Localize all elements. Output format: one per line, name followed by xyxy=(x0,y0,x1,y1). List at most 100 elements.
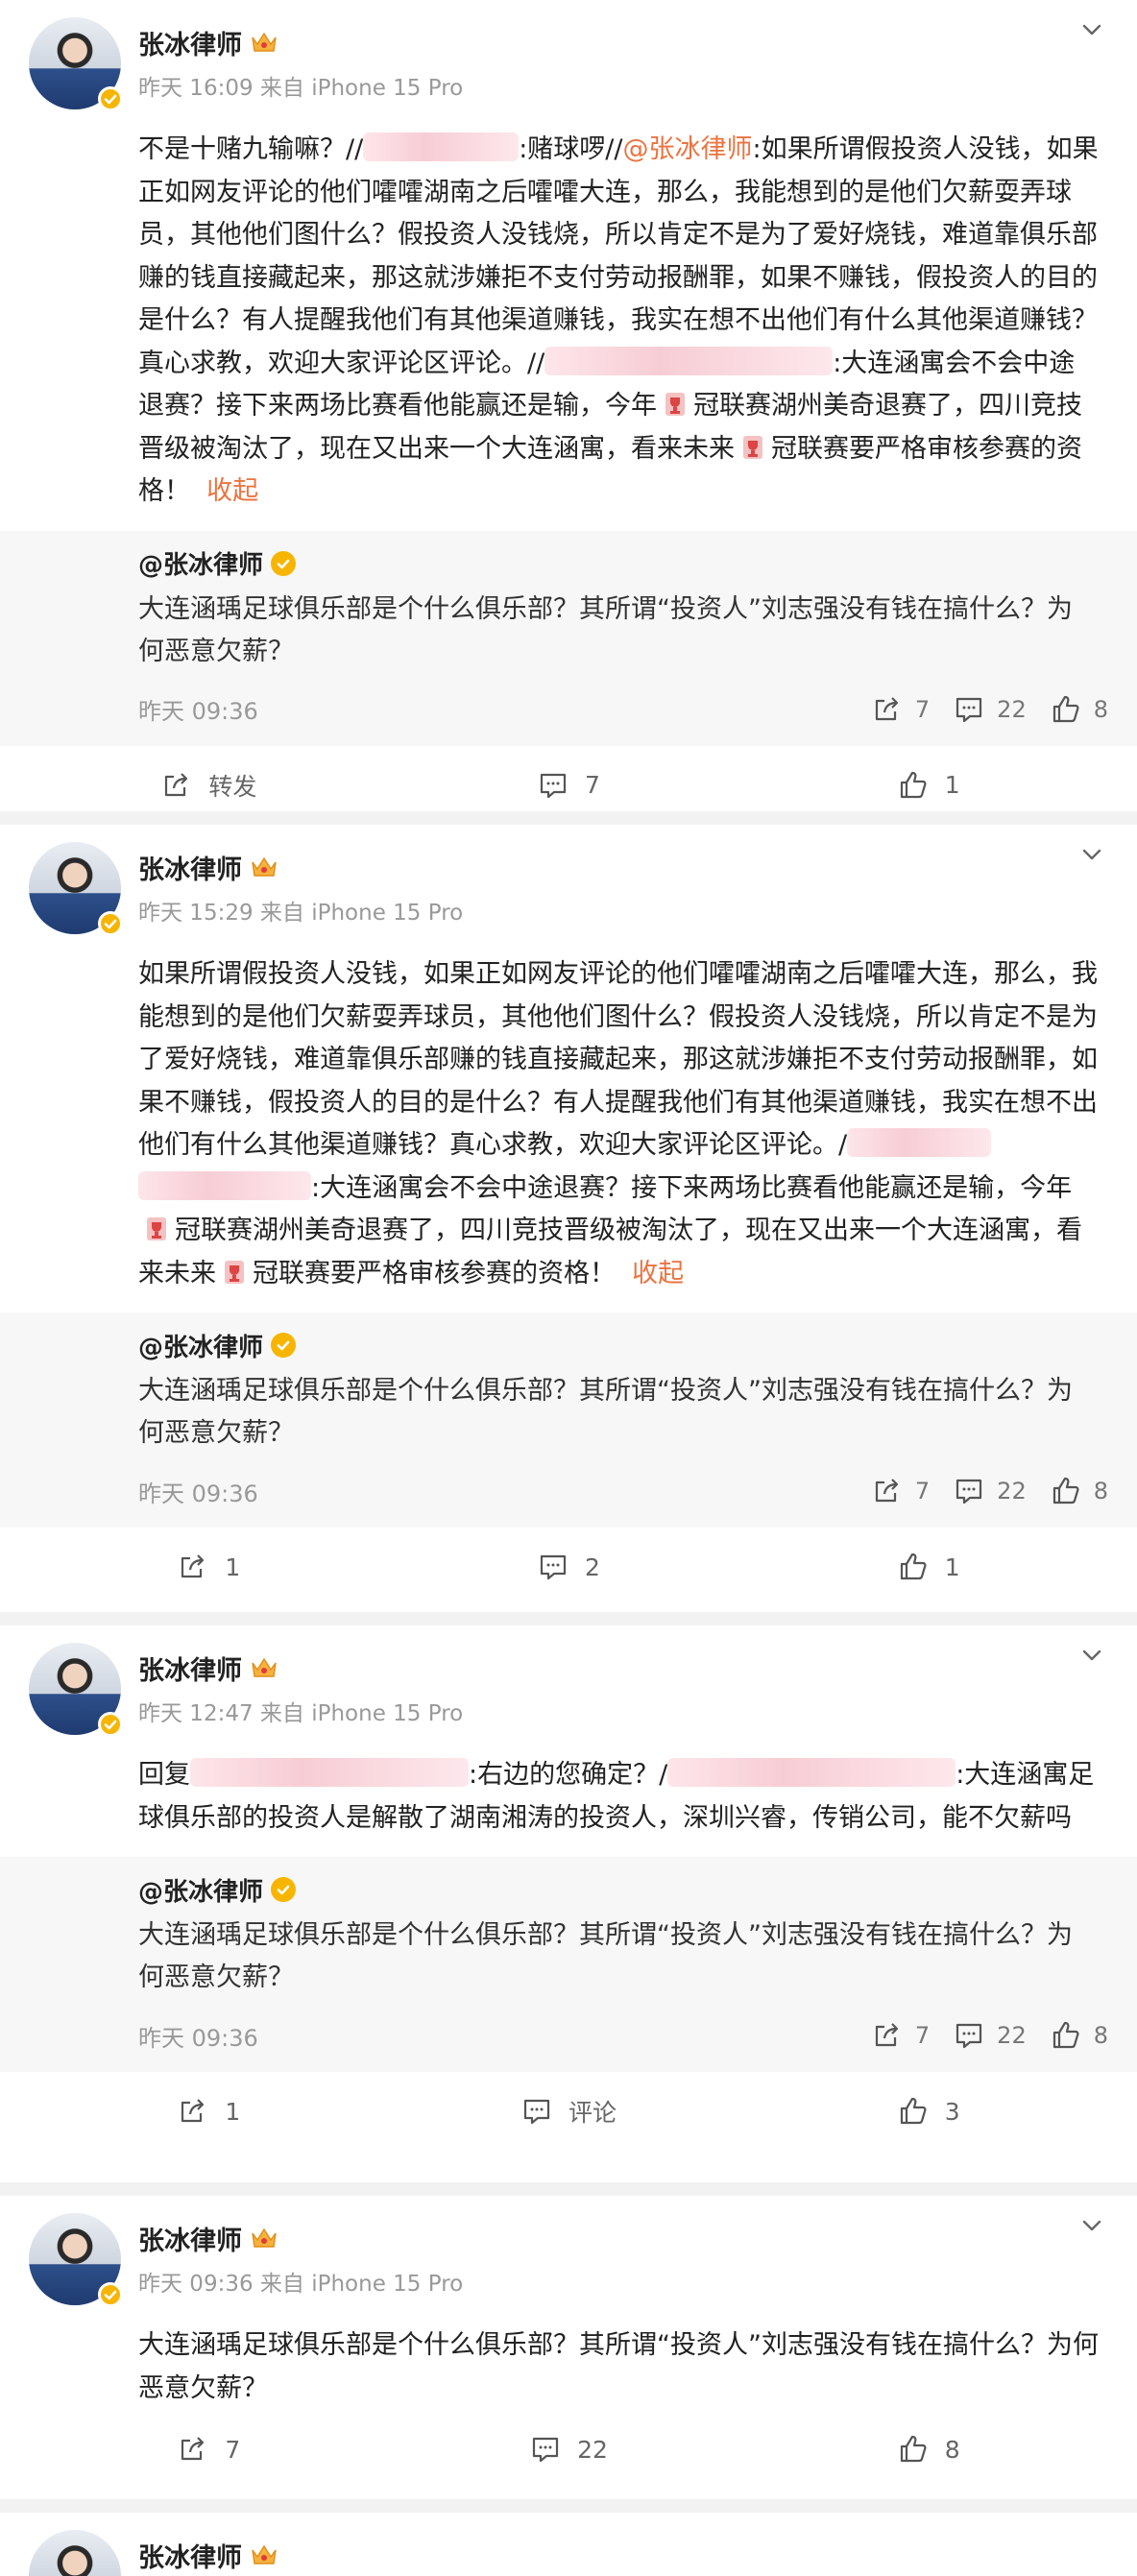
like-icon xyxy=(897,2095,930,2128)
comment-button[interactable]: 2 xyxy=(389,1551,749,1583)
post-text: 回复:右边的您确定？/:大连涵寓足球俱乐部的投资人是解散了湖南湘涛的投资人，深圳… xyxy=(29,1754,1108,1840)
crown-icon xyxy=(250,2542,278,2567)
quoted-author[interactable]: @张冰律师 xyxy=(138,1328,263,1363)
collapse-link[interactable]: 收起 xyxy=(632,1259,684,1288)
collapse-link[interactable]: 收起 xyxy=(206,476,258,506)
text-segment: 不是十赌九输嘛？// xyxy=(138,134,364,164)
post-text: 大连涵瑀足球俱乐部是个什么俱乐部？其所谓“投资人”刘志强没有钱在搞什么？为何恶意… xyxy=(138,2330,1099,2403)
like-count: 1 xyxy=(944,1553,960,1581)
quoted-text: 大连涵瑀足球俱乐部是个什么俱乐部？其所谓“投资人”刘志强没有钱在搞什么？为何恶意… xyxy=(138,1376,1073,1448)
repost-button[interactable]: 转发 xyxy=(29,768,389,803)
quoted-post[interactable]: @张冰律师 大连涵瑀足球俱乐部是个什么俱乐部？其所谓“投资人”刘志强没有钱在搞什… xyxy=(0,1312,1137,1528)
comment-icon xyxy=(537,1551,569,1583)
quoted-comment-button[interactable]: 22 xyxy=(953,1475,1027,1507)
author-name[interactable]: 张冰律师 xyxy=(138,2537,242,2574)
like-button[interactable]: 1 xyxy=(748,769,1108,802)
quoted-repost-button[interactable]: 7 xyxy=(871,2019,930,2052)
quoted-comment-button[interactable]: 22 xyxy=(953,693,1027,726)
quoted-time: 昨天 09:36 xyxy=(138,2024,258,2052)
repost-icon xyxy=(177,2095,209,2128)
repost-button[interactable]: 1 xyxy=(29,2095,389,2128)
post-header: 张冰律师 昨天 15:29 来自 iPhone 15 Pro xyxy=(29,842,1108,946)
quoted-repost-button[interactable]: 7 xyxy=(871,693,930,726)
like-icon xyxy=(1050,1475,1082,1507)
like-button[interactable]: 1 xyxy=(748,1551,1108,1583)
verified-badge-icon xyxy=(98,86,123,111)
verified-badge-icon xyxy=(98,911,123,936)
post-actions: 转发 7 1 xyxy=(29,746,1108,825)
trophy-icon xyxy=(144,1216,169,1242)
comment-count: 7 xyxy=(585,771,600,799)
repost-count: 1 xyxy=(225,2097,241,2126)
post-text: 如果所谓假投资人没钱，如果正如网友评论的他们嚯嚯湖南之后嚯嚯大连，那么，我能想到… xyxy=(29,953,1108,1295)
quoted-comment-button[interactable]: 22 xyxy=(953,2019,1027,2052)
redacted-username xyxy=(847,1128,992,1157)
repost-count: 7 xyxy=(914,1478,931,1505)
repost-count: 7 xyxy=(225,2435,241,2464)
author-name[interactable]: 张冰律师 xyxy=(138,2220,242,2257)
chevron-down-icon[interactable] xyxy=(1077,15,1106,44)
quoted-like-button[interactable]: 8 xyxy=(1050,693,1108,726)
comment-icon xyxy=(953,2019,985,2052)
repost-icon xyxy=(871,2019,904,2052)
like-count: 8 xyxy=(1093,2022,1108,2049)
quoted-post[interactable]: @张冰律师 大连涵瑀足球俱乐部是个什么俱乐部？其所谓“投资人”刘志强没有钱在搞什… xyxy=(0,1857,1137,2072)
weibo-post: 张冰律师 xyxy=(0,2513,1137,2576)
like-icon xyxy=(897,1551,930,1583)
like-count: 3 xyxy=(944,2097,960,2126)
post-header: 张冰律师 昨天 16:09 来自 iPhone 15 Pro xyxy=(29,17,1108,121)
repost-button[interactable]: 7 xyxy=(29,2433,389,2466)
repost-button[interactable]: 1 xyxy=(29,1551,389,1583)
redacted-username xyxy=(667,1758,956,1787)
redacted-username xyxy=(190,1758,469,1787)
comment-button[interactable]: 7 xyxy=(389,769,749,802)
crown-icon xyxy=(250,30,278,55)
text-segment: :赌球啰// xyxy=(519,134,623,164)
like-count: 8 xyxy=(1093,1478,1108,1505)
quoted-time: 昨天 09:36 xyxy=(138,1480,258,1507)
comment-count: 22 xyxy=(997,2022,1027,2049)
quoted-author[interactable]: @张冰律师 xyxy=(138,1872,263,1908)
avatar[interactable] xyxy=(29,17,123,111)
author-name[interactable]: 张冰律师 xyxy=(138,1649,242,1687)
like-button[interactable]: 8 xyxy=(748,2433,1108,2466)
avatar[interactable] xyxy=(29,842,123,936)
post-time-source: 昨天 12:47 来自 iPhone 15 Pro xyxy=(138,1701,464,1726)
comment-button[interactable]: 22 xyxy=(389,2433,749,2466)
post-header: 张冰律师 昨天 09:36 来自 iPhone 15 Pro xyxy=(29,2213,1108,2317)
like-icon xyxy=(897,2433,930,2466)
chevron-down-icon[interactable] xyxy=(1077,840,1106,869)
crown-icon xyxy=(250,855,278,879)
comment-count: 2 xyxy=(585,1553,600,1581)
verified-badge-icon xyxy=(98,2282,123,2307)
quoted-like-button[interactable]: 8 xyxy=(1050,2019,1108,2052)
comment-icon xyxy=(537,769,569,802)
quoted-author[interactable]: @张冰律师 xyxy=(138,545,263,581)
like-button[interactable]: 3 xyxy=(748,2095,1108,2128)
quoted-like-button[interactable]: 8 xyxy=(1050,1475,1108,1507)
chevron-down-icon[interactable] xyxy=(1077,2211,1106,2240)
post-header: 张冰律师 昨天 12:47 来自 iPhone 15 Pro xyxy=(29,1643,1108,1746)
redacted-username xyxy=(363,132,520,161)
post-actions: 7 22 8 xyxy=(29,2410,1108,2489)
text-segment: :如果所谓假投资人没钱，如果正如网友评论的他们嚯嚯湖南之后嚯嚯大连，那么，我能想… xyxy=(138,134,1099,378)
post-separator xyxy=(0,2182,1137,2196)
comment-icon xyxy=(953,1475,985,1507)
repost-label: 转发 xyxy=(208,772,257,801)
mention-link[interactable]: @张冰律师 xyxy=(623,134,753,164)
avatar[interactable] xyxy=(29,2530,121,2576)
avatar[interactable] xyxy=(29,1643,123,1737)
repost-icon xyxy=(177,2433,209,2466)
chevron-down-icon[interactable] xyxy=(1077,1641,1106,1670)
quoted-post[interactable]: @张冰律师 大连涵瑀足球俱乐部是个什么俱乐部？其所谓“投资人”刘志强没有钱在搞什… xyxy=(0,530,1137,746)
comment-button[interactable]: 评论 xyxy=(389,2094,749,2129)
author-name[interactable]: 张冰律师 xyxy=(138,24,242,61)
text-segment: 冠联赛要严格审核参赛的资格！ xyxy=(253,1258,616,1288)
post-actions: 1 评论 3 xyxy=(29,2072,1108,2151)
avatar[interactable] xyxy=(29,2213,123,2307)
quoted-repost-button[interactable]: 7 xyxy=(871,1475,930,1507)
repost-icon xyxy=(871,1475,904,1507)
text-segment: :大连涵寓会不会中途退赛？接下来两场比赛看他能赢还是输，今年 xyxy=(311,1172,1073,1203)
repost-icon xyxy=(160,769,193,802)
author-name[interactable]: 张冰律师 xyxy=(138,849,242,886)
